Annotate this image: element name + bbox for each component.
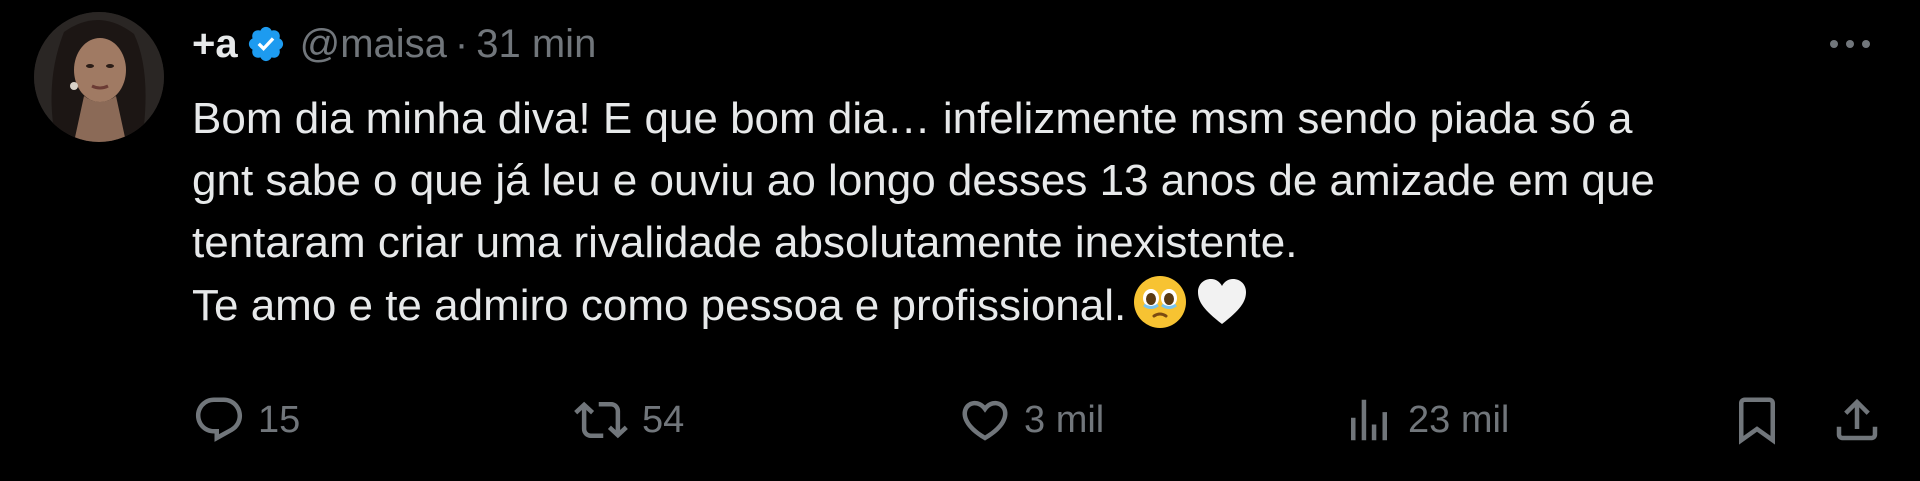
- tweet-text-line: Bom dia minha diva! E que bom dia… infel…: [192, 94, 1633, 143]
- avatar[interactable]: [34, 12, 164, 142]
- tweet-text-line: Te amo e te admiro como pessoa e profiss…: [192, 281, 1127, 330]
- timestamp[interactable]: 31 min: [476, 22, 596, 67]
- separator-dot: ·: [454, 21, 469, 66]
- views-count: 23 mil: [1408, 398, 1510, 441]
- repost-count: 54: [642, 398, 685, 441]
- more-options-button[interactable]: [1820, 22, 1880, 66]
- heart-icon: [962, 400, 1008, 441]
- like-button[interactable]: 3 mil: [958, 385, 1104, 455]
- repost-icon: [574, 401, 628, 439]
- views-chart-icon: [1351, 399, 1387, 441]
- avatar-image: [34, 12, 164, 142]
- tweet-text-line-last: Te amo e te admiro como pessoa e profiss…: [192, 274, 1892, 347]
- user-handle[interactable]: @maisa: [300, 22, 447, 67]
- repost-button[interactable]: 54: [572, 385, 684, 455]
- share-button[interactable]: [1830, 385, 1884, 455]
- reply-icon: [195, 397, 243, 442]
- reply-button[interactable]: 15: [192, 385, 300, 455]
- more-dots-icon: [1830, 40, 1870, 48]
- action-bar: 15 54 3 mil 23 mil: [0, 385, 1920, 455]
- views-button[interactable]: 23 mil: [1342, 385, 1509, 455]
- tweet-header: +a @maisa · 31 min: [192, 14, 596, 74]
- reply-count: 15: [258, 398, 301, 441]
- face-holding-back-tears-icon: [1132, 274, 1188, 347]
- like-count: 3 mil: [1024, 398, 1105, 441]
- tweet-text-line: gnt sabe o que já leu e ouviu ao longo d…: [192, 156, 1655, 205]
- tweet-card[interactable]: +a @maisa · 31 min Bom dia minha diva! E…: [0, 0, 1920, 481]
- tweet-text-line: tentaram criar uma rivalidade absolutame…: [192, 218, 1298, 267]
- tweet-text: Bom dia minha diva! E que bom dia… infel…: [192, 88, 1892, 347]
- bookmark-icon: [1739, 397, 1775, 445]
- verified-badge-icon[interactable]: [246, 24, 286, 64]
- share-icon: [1836, 398, 1878, 441]
- white-heart-icon: [1194, 274, 1250, 347]
- bookmark-button[interactable]: [1730, 385, 1784, 455]
- display-name[interactable]: +a: [192, 22, 238, 67]
